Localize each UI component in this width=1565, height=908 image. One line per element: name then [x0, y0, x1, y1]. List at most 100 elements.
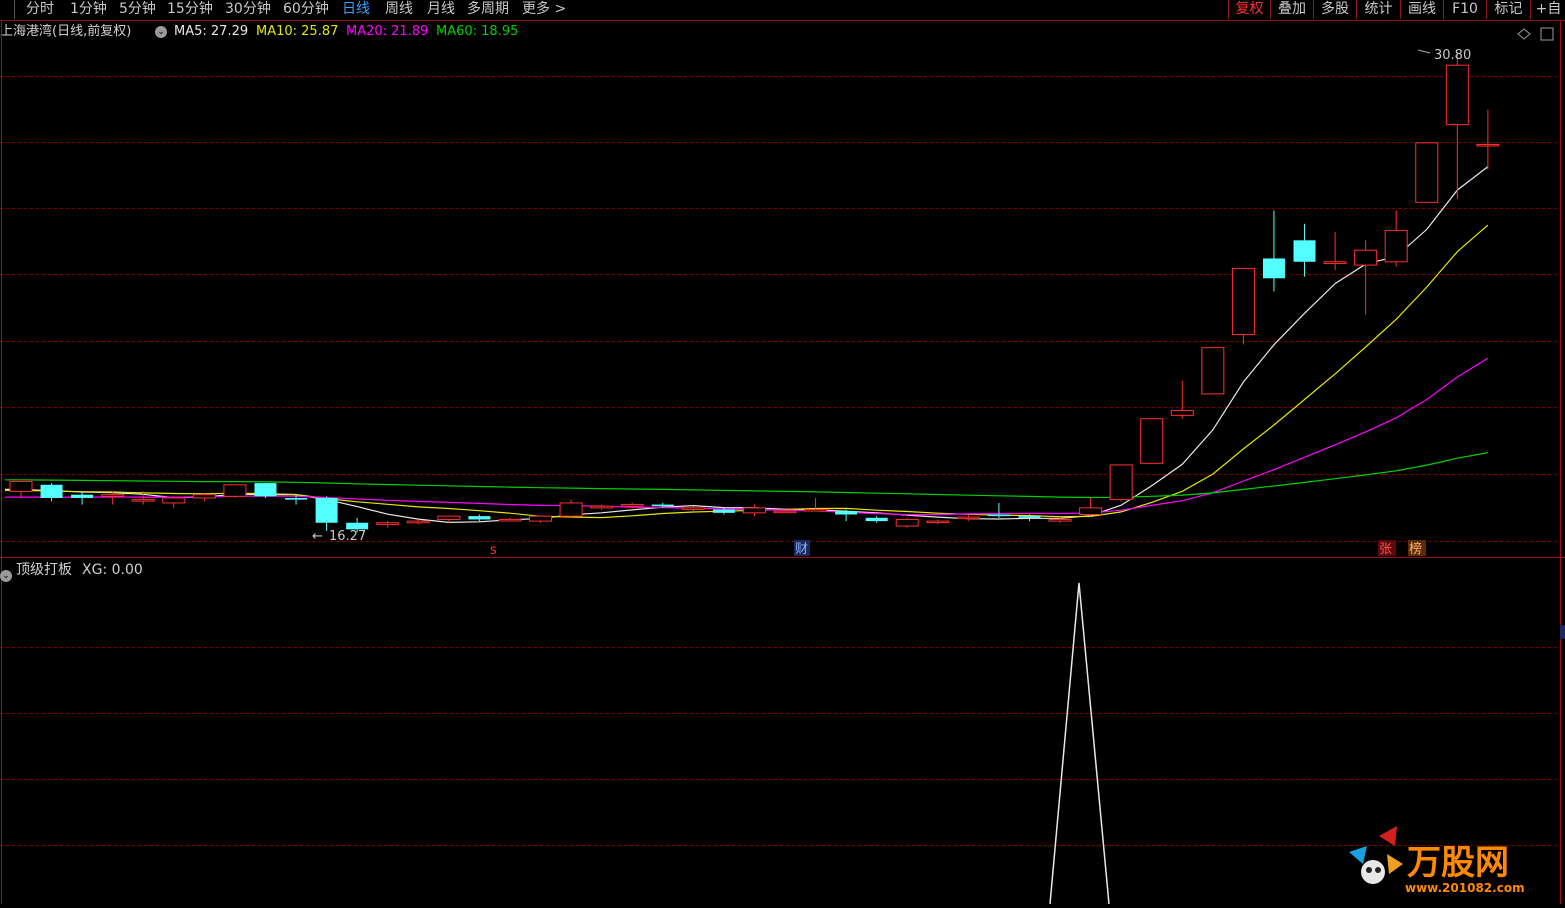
tab-weekly[interactable]: 周线: [385, 0, 413, 19]
tab-fenshi[interactable]: 分时: [26, 0, 54, 19]
tab-custom[interactable]: +自: [1530, 0, 1565, 19]
candle-body: [223, 484, 247, 497]
tab-1min[interactable]: 1分钟: [70, 0, 107, 19]
candle-body: [1445, 64, 1469, 126]
candle-body: [1354, 249, 1378, 266]
ma60-line: [5, 452, 1489, 499]
candle-body: [437, 515, 461, 520]
candle-body: [315, 497, 338, 523]
candle-body: [1109, 464, 1133, 501]
candle-body: [162, 497, 186, 504]
tab-biaoji[interactable]: 标记: [1486, 0, 1530, 19]
candle-body: [1476, 143, 1500, 147]
candle-body: [1323, 261, 1347, 264]
bang-marker: 榜: [1409, 541, 1422, 557]
candle-body: [1231, 267, 1255, 335]
ma10-label: MA10: 25.87: [256, 24, 339, 39]
period-toolbar: 分时 1分钟 5分钟 15分钟 30分钟 60分钟 日线 周线 月线 多周期 更…: [0, 0, 1565, 21]
indicator-panel: [0, 582, 1565, 904]
candle-body: [620, 504, 644, 507]
high-price-label: 30.80: [1434, 48, 1471, 63]
candle-body: [1079, 507, 1103, 515]
candle-body: [895, 518, 919, 527]
candle-body: [71, 494, 94, 498]
chart-markers: 30.80 ← 16.27 s 财 张 榜: [312, 27, 1554, 558]
tab-huaxian[interactable]: 画线: [1400, 0, 1443, 19]
tab-f10[interactable]: F10: [1443, 0, 1486, 19]
candle-body: [956, 516, 980, 520]
candle-body: [742, 507, 766, 514]
candle-body: [346, 522, 369, 530]
candle-body: [865, 517, 888, 522]
tab-duogu[interactable]: 多股: [1313, 0, 1356, 19]
cai-marker-bg: [794, 540, 810, 556]
maximize-icon: [1540, 27, 1554, 41]
tab-30min[interactable]: 30分钟: [225, 0, 271, 19]
collapse-circle-icon[interactable]: ⌄: [0, 564, 12, 584]
candle-body: [651, 504, 674, 507]
candle-body: [9, 480, 33, 492]
price-grid: [0, 76, 1560, 542]
watermark-logo: 万股网 www.201082.com: [1345, 824, 1545, 904]
wangu-logo-icon: 万股网 www.201082.com: [1349, 826, 1525, 895]
ma5-label: MA5: 27.29: [174, 24, 249, 39]
candle-body: [529, 515, 553, 522]
indicator-value: XG: 0.00: [82, 562, 143, 578]
xg-signal-line: [1049, 582, 1110, 904]
tab-monthly[interactable]: 月线: [427, 0, 455, 19]
cai-marker: 财: [795, 542, 808, 557]
tab-tongji[interactable]: 统计: [1356, 0, 1400, 19]
candle-body: [987, 514, 1010, 517]
indicator-name: 顶级打板: [16, 562, 72, 578]
candle-body: [1415, 142, 1439, 203]
candle-body: [285, 497, 308, 500]
candle-body: [406, 520, 430, 524]
moving-average-lines: [5, 166, 1489, 524]
high-pointer: [1417, 49, 1431, 54]
candle-body: [254, 483, 277, 497]
candle-body: [1018, 516, 1041, 518]
candle-body: [926, 520, 950, 524]
tab-more[interactable]: 更多 >: [522, 0, 566, 19]
candle-body: [1384, 229, 1408, 263]
candle-body: [40, 484, 63, 498]
candle-body: [1201, 347, 1225, 395]
ma60-label: MA60: 18.95: [436, 24, 519, 39]
candle-body: [804, 509, 828, 512]
candle-body: [1170, 409, 1194, 416]
tab-15min[interactable]: 15分钟: [167, 0, 213, 19]
low-price-label: 16.27: [329, 529, 366, 544]
candle-body: [835, 511, 858, 515]
ma5-line: [5, 166, 1489, 524]
bang-marker-bg: [1408, 540, 1426, 556]
candle-body: [131, 499, 155, 502]
diamond-icon: [1517, 28, 1531, 40]
candle-body: [101, 494, 125, 497]
candle-body: [1262, 258, 1285, 279]
tab-60min[interactable]: 60分钟: [283, 0, 329, 19]
watermark-url: www.201082.com: [1405, 881, 1525, 895]
ma20-label: MA20: 21.89: [346, 24, 429, 39]
candle-body: [1140, 418, 1164, 464]
tab-multi-period[interactable]: 多周期: [467, 0, 509, 19]
tab-5min[interactable]: 5分钟: [119, 0, 156, 19]
low-pointer-icon: ←: [312, 529, 323, 544]
candle-body: [773, 510, 797, 514]
toolbar-left-edge: [0, 0, 15, 19]
candle-body: [192, 494, 216, 499]
candle-body: [376, 522, 400, 525]
zhang-marker: 张: [1379, 542, 1392, 557]
tab-fuquan[interactable]: 复权: [1228, 0, 1270, 19]
ma10-line: [5, 224, 1489, 519]
s-marker: s: [490, 543, 497, 558]
stock-title: 上海港湾(日线,前复权): [0, 24, 132, 39]
candle-body: [681, 507, 705, 510]
kline-chart[interactable]: 30.80 ← 16.27 s 财 张 榜: [0, 0, 1565, 904]
candle-body: [468, 516, 491, 520]
candle-body: [498, 518, 522, 522]
candle-body: [590, 505, 614, 509]
ma20-line: [5, 357, 1489, 516]
right-axis-tag: [1560, 625, 1565, 639]
tab-daily[interactable]: 日线: [342, 0, 370, 19]
tab-diejia[interactable]: 叠加: [1270, 0, 1313, 19]
